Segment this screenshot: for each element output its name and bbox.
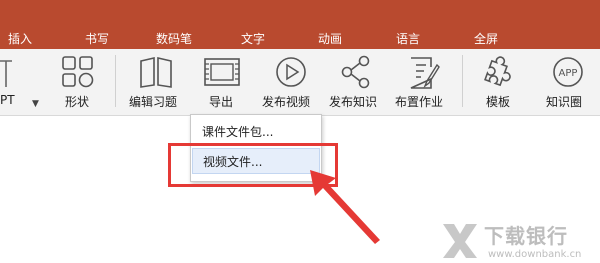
ribbon-separator xyxy=(115,55,116,107)
ribbon-toolbar: PT ▼ 形状 编辑习题 导出 发布视频 发布知识 布置作业 模板 APP 知识… xyxy=(0,49,600,116)
assign-homework-label: 布置作业 xyxy=(395,95,444,109)
menu-handwriting[interactable]: 书写 xyxy=(85,30,109,47)
dropdown-arrow-icon[interactable]: ▼ xyxy=(32,99,39,109)
menu-bar: 插入 书写 数码笔 文字 动画 语言 全屏 xyxy=(0,0,600,49)
template-button[interactable]: 模板 xyxy=(474,49,518,116)
pointer-arrow-icon xyxy=(310,170,380,244)
shapes-label: 形状 xyxy=(65,95,90,109)
edit-doc-icon xyxy=(410,57,440,89)
watermark-logo-icon xyxy=(443,224,477,258)
book-icon xyxy=(140,56,172,88)
menu-language[interactable]: 语言 xyxy=(396,30,420,47)
edit-exercise-label: 编辑习题 xyxy=(129,95,178,109)
text-icon xyxy=(0,60,12,87)
watermark-url: www.downbank.cn xyxy=(488,249,582,260)
watermark-title: 下载银行 xyxy=(484,224,568,248)
template-label: 模板 xyxy=(486,95,511,109)
menu-fullscreen[interactable]: 全屏 xyxy=(474,30,498,47)
publish-video-button[interactable]: 发布视频 xyxy=(262,49,320,116)
app-circle-icon: APP xyxy=(553,57,583,87)
publish-video-label: 发布视频 xyxy=(262,95,311,109)
puzzle-icon xyxy=(484,56,511,87)
shapes-icon xyxy=(62,56,94,88)
publish-knowledge-button[interactable]: 发布知识 xyxy=(329,49,387,116)
partial-tool[interactable]: PT ▼ xyxy=(0,49,48,116)
app-icon-text: APP xyxy=(559,68,578,79)
export-button[interactable]: 导出 xyxy=(200,49,244,116)
knowledge-circle-label: 知识圈 xyxy=(546,95,583,109)
shapes-button[interactable]: 形状 xyxy=(58,49,98,116)
menu-text[interactable]: 文字 xyxy=(241,30,265,47)
share-icon xyxy=(341,55,370,89)
assign-homework-button[interactable]: 布置作业 xyxy=(395,49,453,116)
dropdown-item-courseware-package[interactable]: 课件文件包... xyxy=(192,119,320,145)
menu-insert[interactable]: 插入 xyxy=(8,30,32,47)
menu-animation[interactable]: 动画 xyxy=(318,30,342,47)
menu-digital-pen[interactable]: 数码笔 xyxy=(156,30,192,47)
partial-tool-label: PT xyxy=(0,93,15,107)
watermark: 下载银行 www.downbank.cn xyxy=(440,218,600,263)
export-label: 导出 xyxy=(209,95,234,109)
ribbon-separator xyxy=(462,55,463,107)
knowledge-circle-button[interactable]: APP 知识圈 xyxy=(544,49,592,116)
play-circle-icon xyxy=(276,57,306,87)
edit-exercise-button[interactable]: 编辑习题 xyxy=(127,49,185,116)
export-film-icon xyxy=(204,58,240,86)
publish-knowledge-label: 发布知识 xyxy=(329,95,378,109)
